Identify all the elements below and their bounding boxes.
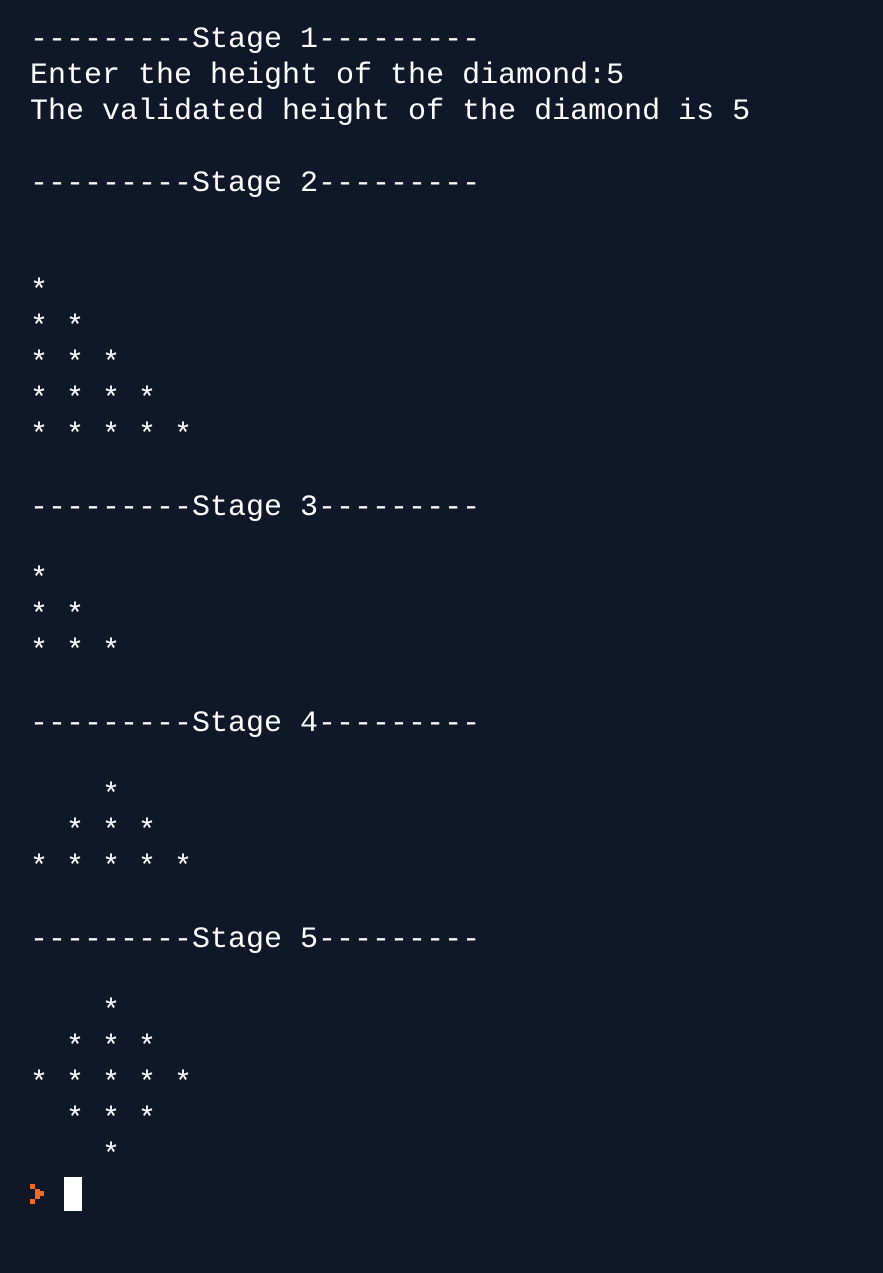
stage-5-row: * * * * * — [30, 1067, 193, 1101]
stage-5-row: * — [30, 1139, 121, 1173]
terminal-window[interactable]: ---------Stage 1--------- Enter the heig… — [0, 0, 883, 1273]
stage-2-header: ---------Stage 2--------- — [30, 167, 481, 201]
stage-2-row: * * * — [30, 347, 121, 381]
stage-3-row: * * * — [30, 635, 121, 669]
stage-3-header: ---------Stage 3--------- — [30, 491, 481, 525]
stage-2-row: * * * * * — [30, 419, 193, 453]
height-prompt: Enter the height of the diamond:5 — [30, 59, 625, 93]
terminal-output: ---------Stage 1--------- Enter the heig… — [30, 22, 883, 1174]
command-prompt[interactable] — [30, 1176, 883, 1212]
stage-3-row: * * — [30, 599, 85, 633]
stage-3-row: * — [30, 563, 49, 597]
stage-2-row: * — [30, 275, 49, 309]
stage-4-row: * * * — [30, 815, 157, 849]
stage-1-header: ---------Stage 1--------- — [30, 23, 481, 57]
validated-height-message: The validated height of the diamond is 5 — [30, 95, 751, 129]
stage-5-header: ---------Stage 5--------- — [30, 923, 481, 957]
stage-5-row: * * * — [30, 1031, 157, 1065]
text-cursor[interactable] — [64, 1177, 82, 1211]
prompt-chevron-icon — [30, 1184, 46, 1204]
stage-5-row: * — [30, 995, 121, 1029]
stage-4-header: ---------Stage 4--------- — [30, 707, 481, 741]
stage-2-row: * * * * — [30, 383, 157, 417]
stage-5-row: * * * — [30, 1103, 157, 1137]
stage-4-row: * — [30, 779, 121, 813]
stage-2-row: * * — [30, 311, 85, 345]
stage-4-row: * * * * * — [30, 851, 193, 885]
